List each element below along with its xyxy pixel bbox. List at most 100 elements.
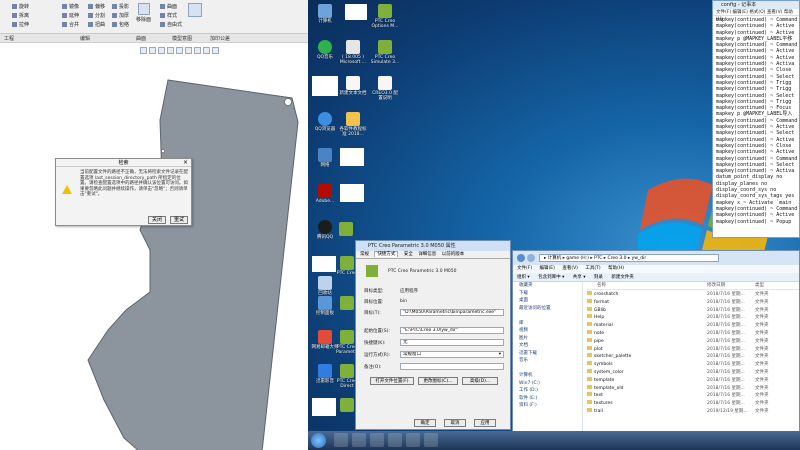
ribbon-extrude[interactable]: 拉伸	[12, 22, 29, 29]
notepad-taskbar-icon[interactable]	[406, 433, 420, 447]
desktop-icon-tutorials[interactable]: 各软件教程标准 2018...	[338, 112, 368, 137]
ribbon-split[interactable]: 分割	[88, 13, 105, 20]
menu-view[interactable]: 查看(V)	[562, 266, 578, 271]
desktop-icon-qqmusic[interactable]: QQ音乐	[310, 40, 340, 60]
comment-field[interactable]	[400, 363, 504, 370]
menu-tools[interactable]: 工具(T)	[585, 266, 600, 271]
remove-surface-icon[interactable]	[138, 3, 150, 15]
nav-item[interactable]: 音乐	[519, 357, 582, 365]
menu-edit[interactable]: 编辑(E)	[540, 266, 555, 271]
repaint-icon[interactable]	[167, 47, 174, 54]
group-tolerance[interactable]: 加印公差	[210, 35, 230, 42]
advanced-button[interactable]: 高级(D)...	[462, 377, 498, 385]
forward-icon[interactable]	[527, 254, 535, 262]
nav-item[interactable]: 桌面	[519, 297, 582, 305]
nav-item[interactable]: 收藏夹	[519, 282, 582, 290]
target-field[interactable]: "D:\M050\Parametric\bin\parametric.exe"	[400, 309, 504, 316]
nav-item[interactable]: 图片	[519, 335, 582, 343]
menu-edit[interactable]: 编辑(E)	[733, 10, 748, 15]
file-row[interactable]: plot 2018/7/16 星期... 文件夹	[587, 345, 799, 354]
open-file-location-button[interactable]: 打开文件位置(F)	[370, 377, 414, 385]
ribbon-detach[interactable]: 拆离	[12, 13, 29, 20]
menu-file[interactable]: 文件(F)	[716, 10, 731, 15]
start-in-field[interactable]: "E:\PTC\Creo 3.0\yw_dir"	[400, 327, 504, 334]
ribbon-freestyle[interactable]: 自由式	[160, 22, 182, 29]
nav-item[interactable]: 文档	[519, 342, 582, 350]
file-row[interactable]: note 2018/7/16 星期... 文件夹	[587, 329, 799, 338]
close-button[interactable]: 关闭	[148, 216, 166, 224]
tab-previous-versions[interactable]: 以前的版本	[442, 252, 465, 257]
tab-details[interactable]: 详细信息	[418, 252, 436, 257]
group-surface[interactable]: 曲面	[136, 35, 146, 42]
qq-taskbar-icon[interactable]	[388, 433, 402, 447]
nav-item[interactable]: 计算机	[519, 372, 582, 380]
desktop-icon-recycle[interactable]: 回收站	[310, 276, 340, 296]
nav-item[interactable]: 最近访问的位置	[519, 305, 582, 313]
column-name[interactable]: 名称	[597, 282, 606, 290]
burn-button[interactable]: 刻录	[594, 275, 603, 280]
display-style-icon[interactable]	[176, 47, 183, 54]
file-row[interactable]: material 2018/7/16 星期... 文件夹	[587, 322, 799, 330]
zoom-in-icon[interactable]	[140, 47, 147, 54]
change-icon-button[interactable]: 更改图标(C)...	[418, 377, 458, 385]
group-engineering[interactable]: 工程	[4, 35, 14, 42]
file-row[interactable]: crosshatch 2018/7/16 星期... 文件夹	[587, 291, 799, 299]
include-in-library-button[interactable]: 包含到库中 ▾	[538, 275, 564, 280]
file-row[interactable]: format 2018/7/16 星期... 文件夹	[587, 298, 799, 307]
tab-shortcut[interactable]: 快捷方式	[374, 251, 399, 257]
desktop-icon-creo-config[interactable]: CREO3.0 配置说明	[370, 76, 400, 101]
spin-center-icon[interactable]	[212, 47, 219, 54]
desktop-icon-creo-small[interactable]	[338, 222, 354, 237]
share-button[interactable]: 共享 ▾	[573, 275, 586, 280]
file-row[interactable]: sketcher_palette 2018/7/16 星期... 文件夹	[587, 353, 799, 361]
nav-item[interactable]: 迅雷下载	[519, 350, 582, 358]
nav-item[interactable]: 工作 (D:)	[519, 387, 582, 395]
explorer-icon[interactable]	[352, 433, 366, 447]
analysis-tool-icon[interactable]	[188, 3, 202, 17]
desktop-icon-qqbrowser[interactable]: QQ浏览器	[310, 112, 340, 132]
nav-item[interactable]: 下载	[519, 290, 582, 298]
ribbon-fill[interactable]: 曲面	[160, 4, 177, 11]
file-row[interactable]: Help 2018/7/16 星期... 文件夹	[587, 314, 799, 322]
back-icon[interactable]	[517, 254, 525, 262]
desktop-icon-new-text[interactable]: 新建文本文档	[338, 76, 368, 96]
file-row[interactable]: pipe 2018/7/16 星期... 文件夹	[587, 337, 799, 346]
menu-view[interactable]: 查看(V)	[767, 10, 783, 15]
new-folder-button[interactable]: 新建文件夹	[611, 275, 634, 280]
datum-display-icon[interactable]	[194, 47, 201, 54]
desktop-icon-creo-options[interactable]: PTC Creo Options M...	[370, 4, 400, 29]
ribbon-rotate[interactable]: 旋转	[12, 4, 29, 11]
nav-item[interactable]: 软件 (E:)	[519, 395, 582, 403]
zoom-out-icon[interactable]	[149, 47, 156, 54]
retry-button[interactable]: 重试	[170, 216, 188, 224]
start-button[interactable]	[311, 433, 326, 448]
group-edit[interactable]: 编辑	[80, 35, 90, 42]
creo-taskbar-icon[interactable]	[424, 433, 438, 447]
saved-views-icon[interactable]	[185, 47, 192, 54]
ie-icon[interactable]	[334, 433, 348, 447]
file-row[interactable]: symbols 2018/7/16 星期... 文件夹	[587, 361, 799, 369]
close-icon[interactable]: ×	[183, 159, 188, 167]
ribbon-offset[interactable]: 偏移	[88, 4, 105, 11]
nav-item[interactable]: 视频	[519, 327, 582, 335]
media-player-icon[interactable]	[370, 433, 384, 447]
apply-button[interactable]: 应用	[474, 419, 496, 427]
ribbon-style[interactable]: 样式	[160, 13, 177, 20]
address-input[interactable]: ▸ 计算机 ▸ game (H:) ▸ PTC ▸ Creo 3.0 ▸ yw_…	[539, 254, 719, 262]
nav-item[interactable]: 资料 (F:)	[519, 402, 582, 410]
tab-security[interactable]: 安全	[404, 252, 413, 257]
ribbon-warp[interactable]: 扭曲	[88, 22, 105, 29]
group-model-intent[interactable]: 模型意图	[172, 35, 192, 42]
desktop-icon-adobe[interactable]: Adobe...	[310, 184, 340, 204]
ok-button[interactable]: 确定	[414, 419, 436, 427]
annotation-display-icon[interactable]	[203, 47, 210, 54]
desktop-icon-qq[interactable]: 腾讯QQ	[310, 220, 340, 240]
ribbon-remove-surface[interactable]: 移除面	[136, 17, 151, 24]
menu-format[interactable]: 格式(O)	[749, 10, 765, 15]
notepad-text-area[interactable]: mapkey(continued) ~ Command mapkey(contin…	[713, 16, 799, 226]
nav-item[interactable]: Win7 (C:)	[519, 380, 582, 388]
desktop-icon-computer[interactable]: 计算机	[310, 4, 340, 24]
column-date[interactable]: 修改日期	[707, 282, 725, 290]
run-select[interactable]: 常规窗口 ▾	[400, 351, 504, 358]
desktop-icon-microsoft[interactable]: ( 18.005 ) Microsoft ...	[338, 40, 368, 65]
